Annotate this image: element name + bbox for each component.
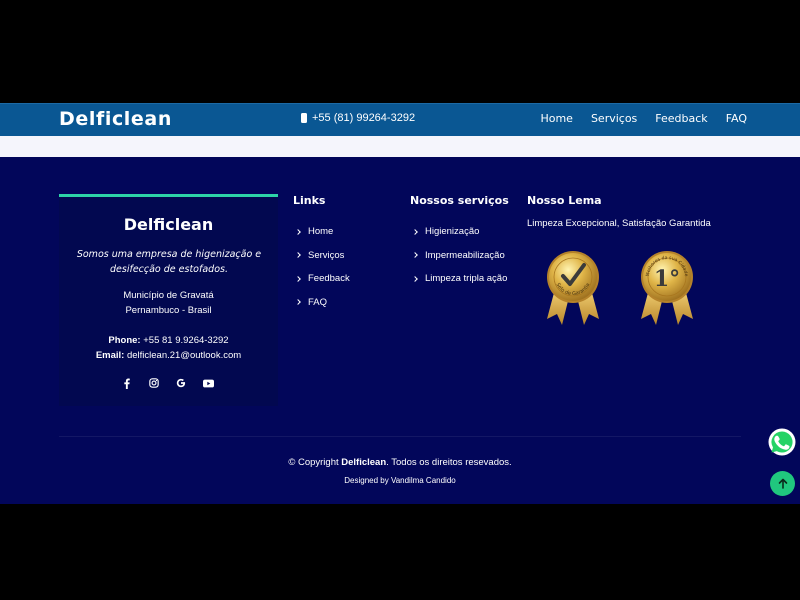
contact-email: Email: delficlean.21@outlook.com <box>59 348 278 363</box>
copyright-prefix: © Copyright <box>288 457 342 468</box>
footer-divider <box>59 436 741 437</box>
arrow-up-icon <box>778 478 787 489</box>
chevron-right-icon <box>295 252 301 259</box>
guarantee-seal-icon: Selo de Garantia <box>547 251 599 325</box>
badges: Selo de Garantia 1° Melhores da sua Cida… <box>547 251 693 325</box>
about-contact: Phone: +55 81 9.9264-3292 Email: delficl… <box>59 333 278 363</box>
back-to-top-button[interactable] <box>770 471 795 496</box>
chevron-right-icon <box>295 228 301 235</box>
copyright: © Copyright Delficlean. Todos os direito… <box>0 457 800 468</box>
chevron-right-icon <box>295 299 301 306</box>
nav-link-faq[interactable]: FAQ <box>726 112 747 125</box>
contact-phone: Phone: +55 81 9.9264-3292 <box>59 333 278 348</box>
links-title: Links <box>293 194 326 207</box>
facebook-icon[interactable] <box>121 377 133 389</box>
website: Delficlean +55 (81) 99264-3292 Home Serv… <box>0 103 800 504</box>
service-link-impermeabilizacao[interactable]: Impermeabilização <box>410 244 509 268</box>
content-strip <box>0 136 800 157</box>
email-label: Email: <box>95 350 125 361</box>
service-link-limpeza-tripla[interactable]: Limpeza tripla ação <box>410 267 509 291</box>
motto-column: Nosso Lema Limpeza Excepcional, Satisfaç… <box>527 194 711 229</box>
footer-link-label: Home <box>308 226 334 238</box>
motto-title: Nosso Lema <box>527 194 602 207</box>
about-description: Somos uma empresa de higenização e desif… <box>76 249 262 275</box>
about-card: Delficlean Somos uma empresa de higeniza… <box>59 194 278 406</box>
footer-link-faq[interactable]: FAQ <box>293 291 350 315</box>
instagram-icon[interactable] <box>148 377 160 389</box>
phone-label: Phone: <box>108 335 141 346</box>
header-phone[interactable]: +55 (81) 99264-3292 <box>301 112 415 124</box>
links-column: Links Home Serviços Feedback FAQ <box>293 194 350 314</box>
youtube-icon[interactable] <box>202 377 214 389</box>
nav-link-feedback[interactable]: Feedback <box>655 112 707 125</box>
footer-link-home[interactable]: Home <box>293 220 350 244</box>
copyright-brand: Delficlean <box>341 457 387 468</box>
motto-text: Limpeza Excepcional, Satisfação Garantid… <box>527 218 711 229</box>
footer-link-label: Serviços <box>308 249 345 261</box>
designer-credit: Designed by Vandilma Candido <box>344 476 456 485</box>
about-title: Delficlean <box>123 215 214 234</box>
whatsapp-icon[interactable] <box>767 427 797 457</box>
nav-links: Home Serviços Feedback FAQ <box>540 112 747 125</box>
chevron-right-icon <box>412 252 418 259</box>
about-address: Município de Gravatá Pernambuco - Brasil <box>59 288 278 318</box>
google-icon[interactable] <box>175 377 187 389</box>
footer-link-servicos[interactable]: Serviços <box>293 244 350 268</box>
badge2-number: 1° <box>654 266 680 292</box>
chevron-right-icon <box>412 275 418 282</box>
footer-link-feedback[interactable]: Feedback <box>293 267 350 291</box>
email-value[interactable]: delficlean.21@outlook.com <box>127 350 241 361</box>
phone-icon <box>301 113 307 123</box>
nav-link-home[interactable]: Home <box>540 112 572 125</box>
header-phone-number: +55 (81) 99264-3292 <box>312 112 416 124</box>
service-link-label: Impermeabilização <box>425 249 505 261</box>
address-line-2: Pernambuco - Brasil <box>125 305 212 316</box>
services-column: Nossos serviços Higienização Impermeabil… <box>410 194 509 291</box>
first-place-medal-icon: 1° Melhores da sua Cidade <box>641 251 693 325</box>
nav-link-servicos[interactable]: Serviços <box>591 112 637 125</box>
phone-value[interactable]: +55 81 9.9264-3292 <box>143 335 228 346</box>
footer-link-label: Feedback <box>308 273 350 285</box>
chevron-right-icon <box>412 228 418 235</box>
navbar: Delficlean +55 (81) 99264-3292 Home Serv… <box>0 103 800 136</box>
service-link-label: Limpeza tripla ação <box>425 273 508 285</box>
brand-logo[interactable]: Delficlean <box>59 108 172 130</box>
copyright-suffix: . Todos os direitos resevados. <box>386 457 512 468</box>
browser-viewport: Delficlean +55 (81) 99264-3292 Home Serv… <box>0 0 800 600</box>
chevron-right-icon <box>295 275 301 282</box>
services-title: Nossos serviços <box>410 194 509 207</box>
service-link-label: Higienização <box>425 226 480 238</box>
address-line-1: Município de Gravatá <box>123 290 214 301</box>
social-links <box>121 377 214 389</box>
service-link-higienizacao[interactable]: Higienização <box>410 220 509 244</box>
footer-link-label: FAQ <box>308 296 328 308</box>
